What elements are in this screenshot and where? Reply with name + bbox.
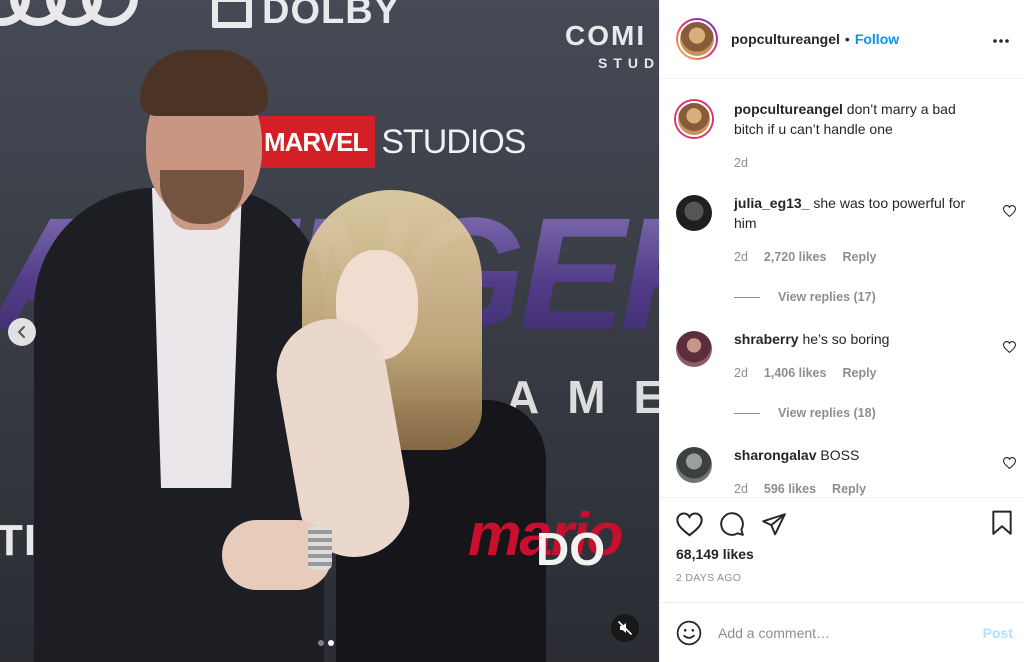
comment-text: he’s so boring <box>802 331 890 347</box>
post-comment-button[interactable]: Post <box>983 625 1013 641</box>
reply-button[interactable]: Reply <box>842 247 876 267</box>
carousel-dot <box>318 640 324 646</box>
studios-text: STUDIOS <box>381 122 526 161</box>
comment-likes[interactable]: 2,720 likes <box>764 247 827 267</box>
emoji-icon <box>676 620 702 645</box>
comment-avatar[interactable] <box>676 331 712 367</box>
carousel-indicator <box>318 640 334 646</box>
bookmark-icon <box>992 510 1012 535</box>
carousel-dot-active <box>328 640 334 646</box>
comment-input[interactable] <box>718 624 968 641</box>
emoji-button[interactable] <box>676 620 702 646</box>
comment-age: 2d <box>734 250 748 264</box>
more-options-button[interactable] <box>992 28 1010 48</box>
view-replies-label: View replies (18) <box>778 406 876 420</box>
man-hair <box>140 50 268 116</box>
comment-like-heart-icon[interactable] <box>1003 205 1016 217</box>
carousel-prev-button[interactable] <box>8 318 36 346</box>
save-button[interactable] <box>990 510 1014 541</box>
comment-item: shraberry he’s so boring 2d 1,406 likes … <box>676 329 1016 423</box>
mute-icon <box>618 621 632 635</box>
heart-icon <box>676 511 703 536</box>
reply-button[interactable]: Reply <box>842 363 876 383</box>
dolby-mark-icon <box>212 0 252 28</box>
comic-logo: COMI <box>565 20 647 51</box>
comments-list[interactable]: popcultureangel don’t marry a bad bitch … <box>660 79 1024 497</box>
marvel-text: MARVEL <box>256 116 376 168</box>
caption-age: 2d <box>734 156 748 170</box>
comment-age: 2d <box>734 366 748 380</box>
comment-avatar[interactable] <box>676 447 712 483</box>
audi-logo <box>0 0 138 26</box>
bracelet <box>308 526 332 570</box>
man-shirt <box>152 188 242 488</box>
comment-icon <box>720 512 744 536</box>
watermark-dolby: DO <box>536 523 605 575</box>
reply-button[interactable]: Reply <box>832 479 866 497</box>
comment-username[interactable]: sharongalav <box>734 447 816 463</box>
replies-divider <box>734 412 760 414</box>
likes-count[interactable]: 68,149 likes <box>676 546 1008 562</box>
header-username[interactable]: popcultureangel <box>731 31 840 47</box>
like-button[interactable] <box>676 511 703 537</box>
replies-divider <box>734 296 760 298</box>
comment-item: sharongalav BOSS 2d 596 likes Reply <box>676 445 1016 497</box>
add-comment-bar: Post <box>660 602 1024 662</box>
mute-button[interactable] <box>611 614 639 642</box>
avatar-image <box>678 20 716 58</box>
view-replies-button[interactable]: View replies (18) <box>734 403 982 423</box>
post-media[interactable]: DOLBY COMI STUD AVENGERS MARVEL STUDIOS … <box>0 0 659 662</box>
comment-username[interactable]: julia_eg13_ <box>734 195 810 211</box>
endgame-text: AME <box>506 371 659 423</box>
post-date[interactable]: 2 DAYS AGO <box>676 572 1008 584</box>
post-actions: 68,149 likes 2 DAYS AGO <box>660 497 1024 600</box>
follow-button[interactable]: Follow <box>855 31 899 47</box>
dolby-text: DOLBY <box>262 0 400 32</box>
avatar[interactable] <box>676 18 718 60</box>
header-separator: • <box>844 31 850 47</box>
comment-age: 2d <box>734 482 748 496</box>
caption: popcultureangel don’t marry a bad bitch … <box>676 99 1008 173</box>
more-icon <box>993 39 1009 43</box>
comment-button[interactable] <box>719 511 745 537</box>
marvel-studios-logo: MARVEL STUDIOS <box>256 116 531 168</box>
chevron-left-icon <box>18 326 25 338</box>
share-icon <box>762 513 786 536</box>
view-replies-button[interactable]: View replies (17) <box>734 287 982 307</box>
comment-likes[interactable]: 1,406 likes <box>764 363 827 383</box>
share-button[interactable] <box>761 512 787 536</box>
comment-item: julia_eg13_ she was too powerful for him… <box>676 193 1016 307</box>
caption-username[interactable]: popcultureangel <box>734 101 843 117</box>
caption-avatar[interactable] <box>676 101 712 137</box>
comment-like-heart-icon[interactable] <box>1003 341 1016 353</box>
post-sidebar: popcultureangel • Follow popcultureangel… <box>659 0 1024 662</box>
comment-likes[interactable]: 596 likes <box>764 479 816 497</box>
comment-text: BOSS <box>820 447 860 463</box>
view-replies-label: View replies (17) <box>778 290 876 304</box>
comment-like-heart-icon[interactable] <box>1003 457 1016 469</box>
comment-avatar[interactable] <box>676 195 712 231</box>
dolby-logo: DOLBY <box>212 0 400 33</box>
post-header: popcultureangel • Follow <box>660 0 1024 79</box>
comic-sub-text: STUD <box>598 55 659 71</box>
comment-username[interactable]: shraberry <box>734 331 799 347</box>
